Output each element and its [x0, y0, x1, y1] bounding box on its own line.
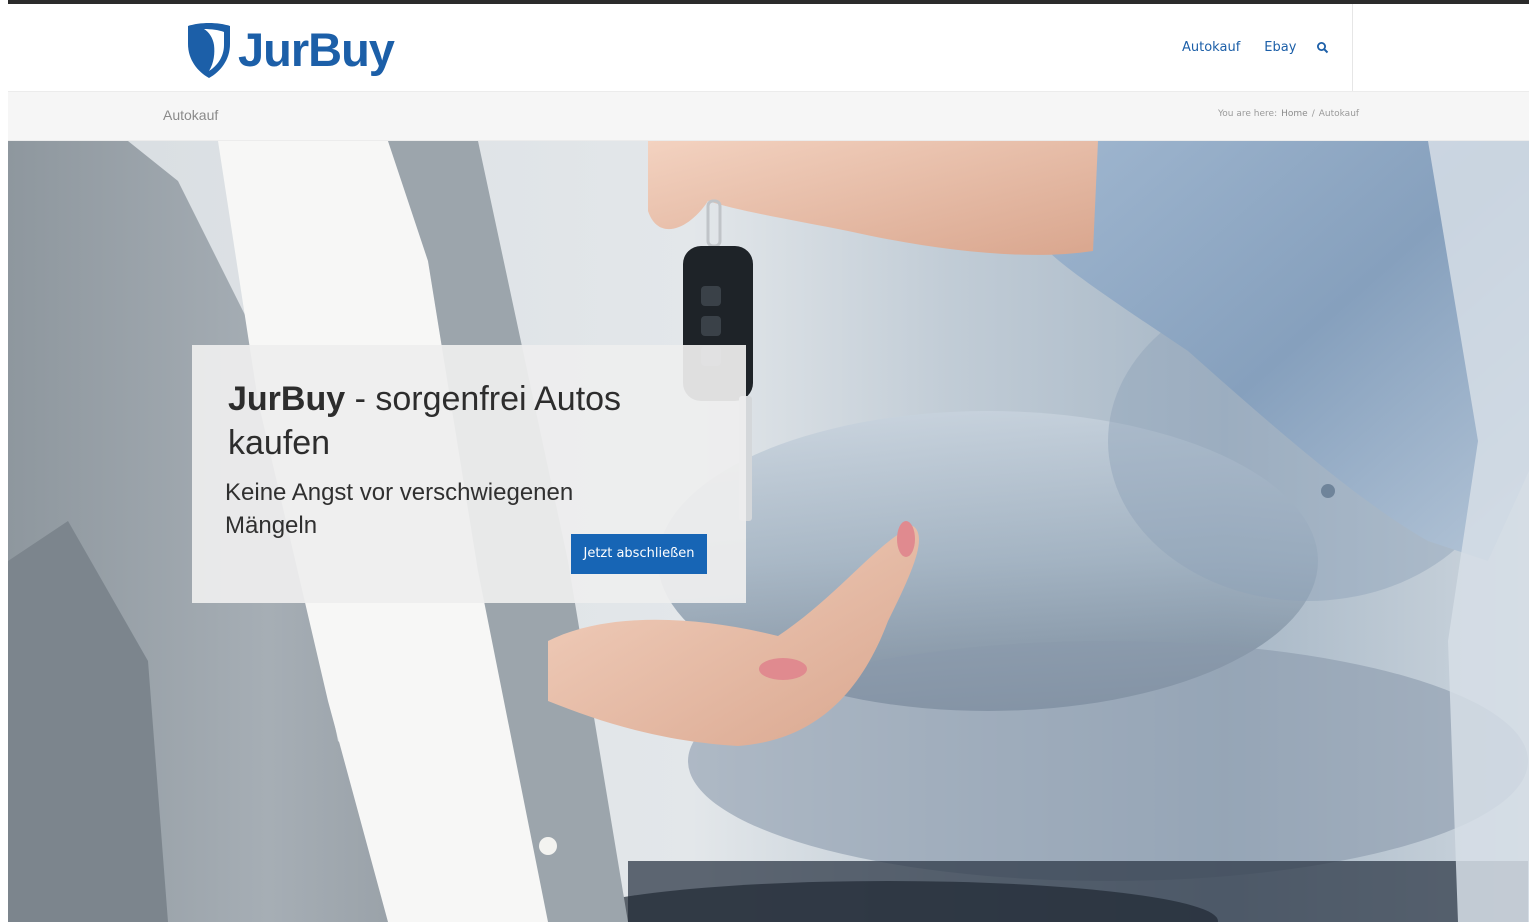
main-nav: Autokauf Ebay [1182, 34, 1330, 62]
logo-text: JurBuy [238, 23, 395, 76]
nav-item-autokauf[interactable]: Autokauf [1182, 34, 1240, 62]
breadcrumb-home-link[interactable]: Home [1281, 109, 1308, 119]
breadcrumb-prefix: You are here: [1218, 109, 1278, 119]
promo-subline: Keine Angst vor verschwiegenen Mängeln [225, 479, 574, 539]
title-bar: Autokauf You are here: Home / Autokauf [8, 91, 1529, 141]
shield-logo-icon [188, 23, 230, 78]
header-divider [1352, 4, 1353, 91]
breadcrumb-separator: / [1311, 109, 1315, 119]
search-icon[interactable] [1316, 41, 1330, 55]
logo-link[interactable]: JurBuy [184, 20, 395, 80]
promo-headline: JurBuy - sorgenfrei Autos kaufen [228, 377, 708, 465]
site-header: JurBuy Autokauf Ebay [8, 4, 1529, 91]
page-title: Autokauf [163, 107, 219, 123]
breadcrumb-current: Autokauf [1318, 109, 1360, 119]
promo-box: JurBuy - sorgenfrei Autos kaufen Keine A… [192, 345, 746, 603]
page: JurBuy Autokauf Ebay Autokauf You are he… [0, 0, 1529, 922]
nav-item-ebay[interactable]: Ebay [1264, 34, 1296, 62]
promo-headline-brand: JurBuy [228, 380, 346, 418]
cta-button[interactable]: Jetzt abschließen [571, 534, 707, 574]
hero-banner: JurBuy - sorgenfrei Autos kaufen Keine A… [8, 141, 1529, 922]
breadcrumb: You are here: Home / Autokauf [1218, 109, 1359, 119]
